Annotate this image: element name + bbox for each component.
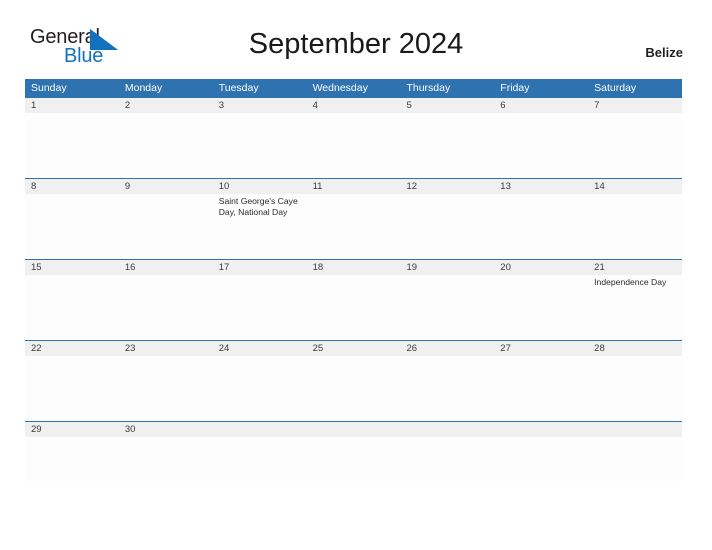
day-event-text xyxy=(400,113,494,178)
day-number xyxy=(494,422,588,437)
week-events-row: Independence Day xyxy=(25,275,682,340)
weekday-monday: Monday xyxy=(124,82,163,94)
calendar-grid: Sunday Monday Tuesday Wednesday Thursday… xyxy=(25,79,682,482)
day-number[interactable]: 19 xyxy=(400,260,494,275)
day-number[interactable]: 8 xyxy=(25,179,119,194)
day-event-text xyxy=(400,437,494,482)
day-number[interactable]: 27 xyxy=(494,341,588,356)
day-number[interactable]: 4 xyxy=(307,98,401,113)
day-number[interactable]: 25 xyxy=(307,341,401,356)
calendar-week-row: 22 23 24 25 26 27 28 xyxy=(25,340,682,421)
day-event-text xyxy=(307,275,401,340)
day-number[interactable]: 1 xyxy=(25,98,119,113)
day-event-text xyxy=(307,113,401,178)
day-event-text xyxy=(588,356,682,421)
page-header: General Blue September 2024 Belize xyxy=(0,0,712,66)
day-number[interactable]: 26 xyxy=(400,341,494,356)
day-number[interactable]: 29 xyxy=(25,422,119,437)
calendar-week-row: 29 30 xyxy=(25,421,682,482)
day-event-text xyxy=(588,437,682,482)
day-event-text xyxy=(119,356,213,421)
day-event-text: Independence Day xyxy=(594,277,667,287)
day-number[interactable]: 28 xyxy=(588,341,682,356)
day-number xyxy=(400,422,494,437)
day-event-text xyxy=(25,437,119,482)
day-event-text xyxy=(494,275,588,340)
day-event-text xyxy=(307,437,401,482)
day-event-text xyxy=(119,275,213,340)
day-number[interactable]: 24 xyxy=(213,341,307,356)
day-number xyxy=(213,422,307,437)
day-event-text xyxy=(213,437,307,482)
day-number[interactable]: 12 xyxy=(400,179,494,194)
calendar-week-row: 8 9 10 11 12 13 14 Saint George's Caye D… xyxy=(25,178,682,259)
day-event-text xyxy=(25,275,119,340)
day-event-text: Saint George's Caye Day, National Day xyxy=(218,196,298,217)
day-event-text xyxy=(307,356,401,421)
day-event-text xyxy=(494,194,588,259)
day-event-text xyxy=(213,275,307,340)
day-event-text xyxy=(494,437,588,482)
day-number[interactable]: 2 xyxy=(119,98,213,113)
day-number[interactable]: 21 xyxy=(588,260,682,275)
day-number[interactable]: 6 xyxy=(494,98,588,113)
day-event-text xyxy=(494,113,588,178)
day-event-text xyxy=(213,356,307,421)
page-title: September 2024 xyxy=(248,28,464,60)
day-number[interactable]: 7 xyxy=(588,98,682,113)
day-number[interactable]: 16 xyxy=(119,260,213,275)
calendar-week-row: 1 2 3 4 5 6 7 xyxy=(25,97,682,178)
day-number[interactable]: 14 xyxy=(588,179,682,194)
weekday-saturday: Saturday xyxy=(594,82,637,94)
day-number[interactable]: 17 xyxy=(213,260,307,275)
week-daynumber-band: 8 9 10 11 12 13 14 xyxy=(25,178,682,194)
day-event-text xyxy=(307,194,401,259)
day-number[interactable]: 13 xyxy=(494,179,588,194)
weekday-sunday: Sunday xyxy=(31,82,67,94)
weekday-wednesday: Wednesday xyxy=(312,82,368,94)
country-label: Belize xyxy=(645,45,683,60)
weekday-header-row: Sunday Monday Tuesday Wednesday Thursday… xyxy=(25,79,682,97)
day-number[interactable]: 9 xyxy=(119,179,213,194)
day-event-text xyxy=(25,194,119,259)
week-daynumber-band: 1 2 3 4 5 6 7 xyxy=(25,97,682,113)
day-number[interactable]: 30 xyxy=(119,422,213,437)
day-number[interactable]: 11 xyxy=(307,179,401,194)
week-events-row xyxy=(25,356,682,421)
day-number[interactable]: 18 xyxy=(307,260,401,275)
weekday-friday: Friday xyxy=(500,82,530,94)
weekday-thursday: Thursday xyxy=(406,82,451,94)
day-event-text xyxy=(400,356,494,421)
day-number[interactable]: 20 xyxy=(494,260,588,275)
day-number[interactable]: 15 xyxy=(25,260,119,275)
day-number xyxy=(588,422,682,437)
day-number[interactable]: 23 xyxy=(119,341,213,356)
week-events-row: Saint George's Caye Day, National Day xyxy=(25,194,682,259)
week-daynumber-band: 29 30 xyxy=(25,421,682,437)
day-number[interactable]: 5 xyxy=(400,98,494,113)
day-number[interactable]: 22 xyxy=(25,341,119,356)
calendar-page: General Blue September 2024 Belize Sunda… xyxy=(0,0,712,550)
day-number xyxy=(307,422,401,437)
day-event-text xyxy=(119,437,213,482)
weekday-tuesday: Tuesday xyxy=(218,82,259,94)
day-event-text xyxy=(588,194,682,259)
week-events-row xyxy=(25,113,682,178)
day-number[interactable]: 3 xyxy=(213,98,307,113)
day-event-text xyxy=(213,113,307,178)
day-event-text xyxy=(119,113,213,178)
calendar-week-row: 15 16 17 18 19 20 21 Independence Day xyxy=(25,259,682,340)
day-event-text xyxy=(400,194,494,259)
day-event-text xyxy=(400,275,494,340)
day-event-text xyxy=(588,113,682,178)
week-daynumber-band: 15 16 17 18 19 20 21 xyxy=(25,259,682,275)
day-event-text xyxy=(119,194,213,259)
week-daynumber-band: 22 23 24 25 26 27 28 xyxy=(25,340,682,356)
week-events-row xyxy=(25,437,682,482)
day-event-text xyxy=(25,113,119,178)
day-number[interactable]: 10 xyxy=(213,179,307,194)
day-event-text xyxy=(494,356,588,421)
day-event-text xyxy=(25,356,119,421)
